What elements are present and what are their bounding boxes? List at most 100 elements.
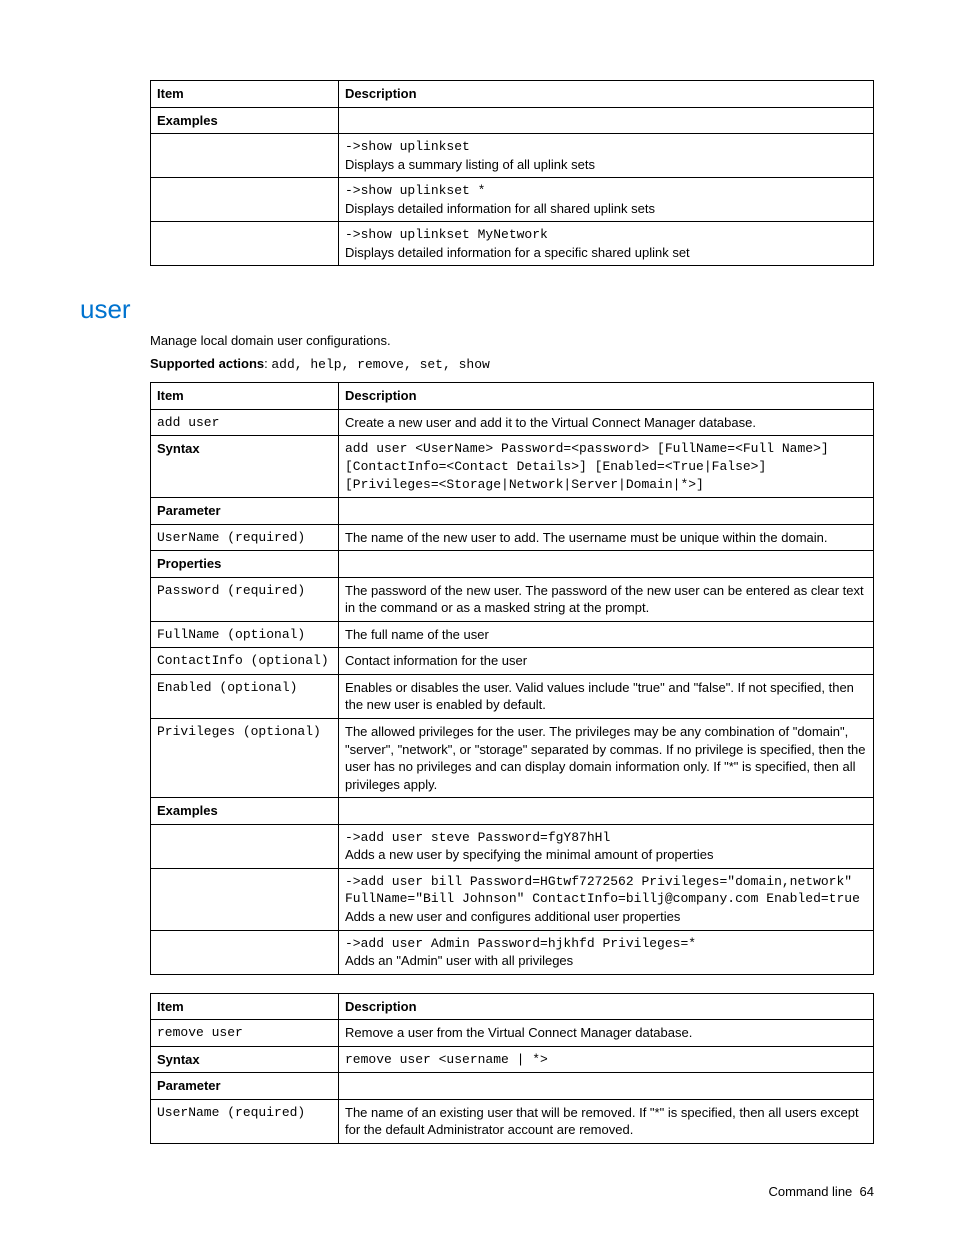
item-cell: ContactInfo (optional) xyxy=(151,648,339,675)
uplinkset-examples-table: Item Description Examples->show uplinkse… xyxy=(150,80,874,266)
description-text: Contact information for the user xyxy=(345,652,867,670)
table-row: ContactInfo (optional) Contact informatio… xyxy=(151,648,874,675)
table-row: remove user Remove a user from the Virtua… xyxy=(151,1020,874,1047)
item-cell: Privileges (optional) xyxy=(151,719,339,798)
description-cell: remove user <username | *> xyxy=(339,1046,874,1073)
item-cell: Password (required) xyxy=(151,577,339,621)
description-cell: The password of the new user. The passwo… xyxy=(339,577,874,621)
code-text: ->show uplinkset * xyxy=(345,182,867,200)
description-text: The name of the new user to add. The use… xyxy=(345,529,867,547)
table-row: Examples xyxy=(151,798,874,825)
description-text: The full name of the user xyxy=(345,626,867,644)
table-row: Syntax remove user <username | *> xyxy=(151,1046,874,1073)
description-text: Remove a user from the Virtual Connect M… xyxy=(345,1024,867,1042)
item-cell xyxy=(151,824,339,868)
table-row: ->add user Admin Password=hjkhfd Privile… xyxy=(151,930,874,974)
description-text: Create a new user and add it to the Virt… xyxy=(345,414,867,432)
table-row: ->add user steve Password=fgY87hHlAdds a… xyxy=(151,824,874,868)
item-cell xyxy=(151,222,339,266)
supported-actions-line: Supported actions: add, help, remove, se… xyxy=(150,356,874,372)
code-text: remove user <username | *> xyxy=(345,1051,867,1069)
item-cell: FullName (optional) xyxy=(151,621,339,648)
add-user-table: Item Description add user Create a new us… xyxy=(150,382,874,974)
description-cell: Enables or disables the user. Valid valu… xyxy=(339,674,874,718)
description-cell xyxy=(339,498,874,525)
table-row: ->show uplinkset *Displays detailed info… xyxy=(151,178,874,222)
table-header-item: Item xyxy=(151,993,339,1020)
description-cell: The allowed privileges for the user. The… xyxy=(339,719,874,798)
item-cell: Syntax xyxy=(151,436,339,498)
description-cell: ->show uplinksetDisplays a summary listi… xyxy=(339,134,874,178)
item-cell xyxy=(151,178,339,222)
description-text: The password of the new user. The passwo… xyxy=(345,582,867,617)
description-cell: Create a new user and add it to the Virt… xyxy=(339,409,874,436)
description-cell: ->show uplinkset MyNetworkDisplays detai… xyxy=(339,222,874,266)
description-cell xyxy=(339,551,874,578)
table-row: ->show uplinkset MyNetworkDisplays detai… xyxy=(151,222,874,266)
description-text: Enables or disables the user. Valid valu… xyxy=(345,679,867,714)
remove-user-table: Item Description remove user Remove a use… xyxy=(150,993,874,1144)
description-cell: ->add user steve Password=fgY87hHlAdds a… xyxy=(339,824,874,868)
description-cell: ->add user Admin Password=hjkhfd Privile… xyxy=(339,930,874,974)
code-text: ->add user Admin Password=hjkhfd Privile… xyxy=(345,935,867,953)
description-text: Displays detailed information for a spec… xyxy=(345,244,867,262)
description-text: Displays detailed information for all sh… xyxy=(345,200,867,218)
table-row: Syntaxadd user <UserName> Password=<pass… xyxy=(151,436,874,498)
footer-page-number: 64 xyxy=(860,1184,874,1199)
description-cell: Contact information for the user xyxy=(339,648,874,675)
item-cell: UserName (required) xyxy=(151,524,339,551)
table-row: ->show uplinksetDisplays a summary listi… xyxy=(151,134,874,178)
description-cell: The name of the new user to add. The use… xyxy=(339,524,874,551)
supported-actions-label: Supported actions xyxy=(150,356,264,371)
item-cell: Examples xyxy=(151,107,339,134)
item-cell xyxy=(151,868,339,930)
code-text: ->show uplinkset xyxy=(345,138,867,156)
table-header-desc: Description xyxy=(339,993,874,1020)
item-cell: add user xyxy=(151,409,339,436)
table-row: ->add user bill Password=HGtwf7272562 Pr… xyxy=(151,868,874,930)
table-header-item: Item xyxy=(151,81,339,108)
item-cell: Properties xyxy=(151,551,339,578)
item-cell: Examples xyxy=(151,798,339,825)
table-header-desc: Description xyxy=(339,383,874,410)
item-cell: Parameter xyxy=(151,498,339,525)
item-cell: Parameter xyxy=(151,1073,339,1100)
item-cell: remove user xyxy=(151,1020,339,1047)
table-row: Parameter xyxy=(151,498,874,525)
table-header-item: Item xyxy=(151,383,339,410)
code-text: ->add user bill Password=HGtwf7272562 Pr… xyxy=(345,873,867,908)
table-row: add user Create a new user and add it to … xyxy=(151,409,874,436)
description-text: The allowed privileges for the user. The… xyxy=(345,723,867,793)
code-text: ->add user steve Password=fgY87hHl xyxy=(345,829,867,847)
description-cell: ->add user bill Password=HGtwf7272562 Pr… xyxy=(339,868,874,930)
table-row: UserName (required) The name of the new u… xyxy=(151,524,874,551)
description-text: Adds a new user and configures additiona… xyxy=(345,908,867,926)
description-cell: add user <UserName> Password=<password> … xyxy=(339,436,874,498)
table-row: Password (required)The password of the n… xyxy=(151,577,874,621)
table-header-desc: Description xyxy=(339,81,874,108)
item-cell: Syntax xyxy=(151,1046,339,1073)
supported-actions-value: add, help, remove, set, show xyxy=(271,357,489,372)
table-row: Privileges (optional)The allowed privile… xyxy=(151,719,874,798)
description-cell: The name of an existing user that will b… xyxy=(339,1099,874,1143)
description-cell xyxy=(339,107,874,134)
description-cell xyxy=(339,1073,874,1100)
table-row: Enabled (optional)Enables or disables th… xyxy=(151,674,874,718)
page-footer: Command line 64 xyxy=(80,1184,874,1199)
description-cell xyxy=(339,798,874,825)
description-cell: ->show uplinkset *Displays detailed info… xyxy=(339,178,874,222)
table-row: FullName (optional) The full name of the … xyxy=(151,621,874,648)
description-text: Displays a summary listing of all uplink… xyxy=(345,156,867,174)
table-row: Examples xyxy=(151,107,874,134)
description-text: Adds a new user by specifying the minima… xyxy=(345,846,867,864)
footer-label: Command line xyxy=(768,1184,852,1199)
description-text: Adds an "Admin" user with all privileges xyxy=(345,952,867,970)
code-text: add user <UserName> Password=<password> … xyxy=(345,440,867,493)
table-row: Properties xyxy=(151,551,874,578)
user-intro-text: Manage local domain user configurations. xyxy=(150,333,874,348)
item-cell: UserName (required) xyxy=(151,1099,339,1143)
section-heading-user: user xyxy=(80,294,874,325)
item-cell: Enabled (optional) xyxy=(151,674,339,718)
description-cell: The full name of the user xyxy=(339,621,874,648)
code-text: ->show uplinkset MyNetwork xyxy=(345,226,867,244)
